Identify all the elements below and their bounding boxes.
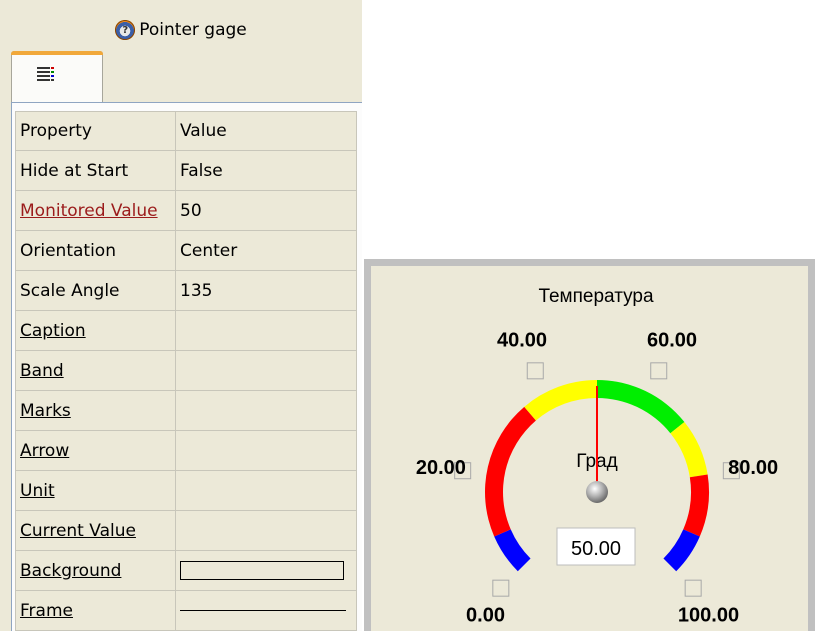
property-name[interactable]: Monitored Value xyxy=(15,190,176,231)
property-grid: Property Value Hide at Start False Monitor… xyxy=(15,111,357,631)
gauge-band-segment xyxy=(485,406,536,537)
property-name[interactable]: Caption xyxy=(15,310,176,351)
label-handle[interactable] xyxy=(684,579,702,597)
gauge-band-segment xyxy=(524,380,597,421)
property-name[interactable]: Band xyxy=(15,350,176,391)
pointer-gauge: 0.00 20.00 40.00 60.00 80.00 100.00 Температу… xyxy=(416,286,778,626)
gauge-band-segment xyxy=(683,474,709,537)
gauge-scale-label: 80.00 xyxy=(728,457,778,479)
property-value[interactable] xyxy=(175,550,357,591)
label-handle[interactable] xyxy=(526,362,544,380)
property-row[interactable]: Monitored Value 50 xyxy=(15,190,357,231)
property-value[interactable]: 50 xyxy=(175,190,357,231)
panel-title: Pointer gage xyxy=(139,20,247,40)
property-grid-header: Property Value xyxy=(15,111,357,151)
tab-properties[interactable] xyxy=(11,51,103,103)
frame-line-swatch[interactable] xyxy=(180,610,346,611)
property-value[interactable] xyxy=(175,310,357,351)
property-value[interactable] xyxy=(175,430,357,471)
gauge-scale-label: 0.00 xyxy=(466,604,505,626)
gauge-band-segment xyxy=(597,380,685,434)
property-value[interactable]: 135 xyxy=(175,270,357,311)
property-row[interactable]: Arrow xyxy=(15,430,357,471)
pointer-gage-icon: ? xyxy=(115,20,136,40)
property-value[interactable] xyxy=(175,350,357,391)
needle-hub xyxy=(586,481,608,503)
property-panel: ? Pointer gage Property Value Hide at St… xyxy=(0,0,362,631)
gauge-scale-label: 60.00 xyxy=(647,330,697,352)
property-value[interactable] xyxy=(175,390,357,431)
property-grid-body: Hide at Start False Monitored Value 50 Orien… xyxy=(15,150,357,631)
property-row[interactable]: Scale Angle 135 xyxy=(15,270,357,311)
gauge-scale-label: 100.00 xyxy=(678,604,739,626)
label-handle[interactable] xyxy=(650,362,668,380)
property-row[interactable]: Orientation Center xyxy=(15,230,357,271)
gauge-band-segment xyxy=(670,421,708,478)
current-value-text: 50.00 xyxy=(571,538,621,560)
property-column-header[interactable]: Property xyxy=(15,111,176,151)
gauge-scale-label: 40.00 xyxy=(497,330,547,352)
property-row[interactable]: Hide at Start False xyxy=(15,150,357,191)
gauge-caption: Температура xyxy=(538,286,654,307)
value-column-header[interactable]: Value xyxy=(175,111,357,151)
property-row[interactable]: Marks xyxy=(15,390,357,431)
gauge-scale-label: 20.00 xyxy=(416,457,466,479)
property-name: Orientation xyxy=(15,230,176,271)
property-name[interactable]: Background xyxy=(15,550,176,591)
property-name[interactable]: Unit xyxy=(15,470,176,511)
property-value[interactable]: Center xyxy=(175,230,357,271)
property-name[interactable]: Current Value xyxy=(15,510,176,551)
property-name[interactable]: Frame xyxy=(15,590,176,631)
gauge-band-segment xyxy=(494,529,531,572)
property-list-icon xyxy=(37,67,54,81)
gauge-preview: 0.00 20.00 40.00 60.00 80.00 100.00 Температу… xyxy=(364,259,815,631)
gauge-band-segment xyxy=(663,529,700,572)
property-name: Hide at Start xyxy=(15,150,176,191)
property-name[interactable]: Arrow xyxy=(15,430,176,471)
property-row[interactable]: Background xyxy=(15,550,357,591)
property-value[interactable]: False xyxy=(175,150,357,191)
label-handle[interactable] xyxy=(492,579,510,597)
background-color-swatch[interactable] xyxy=(180,561,344,580)
panel-header: ? Pointer gage xyxy=(0,18,362,42)
property-value[interactable] xyxy=(175,510,357,551)
property-row[interactable]: Band xyxy=(15,350,357,391)
property-row[interactable]: Current Value xyxy=(15,510,357,551)
property-name[interactable]: Marks xyxy=(15,390,176,431)
property-name: Scale Angle xyxy=(15,270,176,311)
property-row[interactable]: Unit xyxy=(15,470,357,511)
property-row[interactable]: Frame xyxy=(15,590,357,631)
property-value[interactable] xyxy=(175,590,357,631)
property-value[interactable] xyxy=(175,470,357,511)
property-row[interactable]: Caption xyxy=(15,310,357,351)
